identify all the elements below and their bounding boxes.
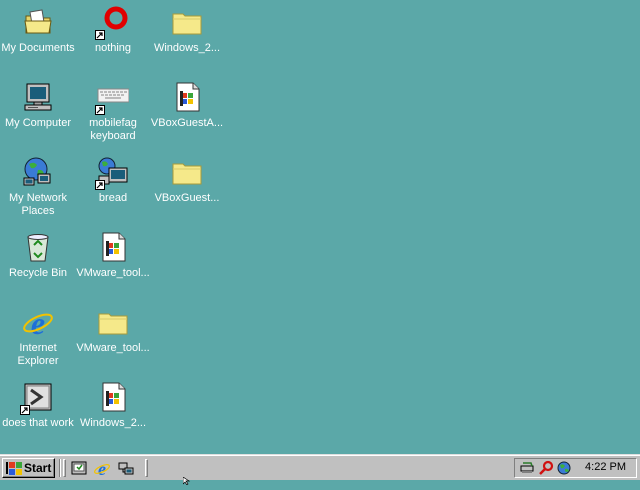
taskbar-separator xyxy=(59,459,61,477)
svg-text:e: e xyxy=(31,306,45,338)
desktop-icon-label: bread xyxy=(98,192,128,204)
desktop-icon-vbox-guest[interactable]: VBoxGuest... xyxy=(149,152,225,205)
my-documents-icon xyxy=(22,6,54,38)
quick-launch-grip[interactable] xyxy=(63,459,66,477)
desktop-icon-label: does that work xyxy=(2,417,74,429)
recycle-bin-icon xyxy=(22,231,54,263)
shortcut-arrow-icon xyxy=(95,30,105,40)
start-button[interactable]: Start xyxy=(2,458,55,478)
folder-icon xyxy=(97,306,129,338)
desktop-icon-label: VMware_tool... xyxy=(76,267,150,279)
desktop-icon-bread[interactable]: bread xyxy=(75,152,151,205)
desktop-icon-my-computer[interactable]: My Computer xyxy=(0,77,76,130)
desktop-icon-label: Internet Explorer xyxy=(17,342,59,367)
desktop[interactable]: My Documents My Computer My Network Plac… xyxy=(0,0,640,454)
installer-icon xyxy=(171,81,203,113)
desktop-icon-windows-2-a[interactable]: Windows_2... xyxy=(149,2,225,55)
desktop-icon-label: My Documents xyxy=(1,42,75,54)
start-label: Start xyxy=(24,461,52,475)
desktop-icon-windows-2-b[interactable]: Windows_2... xyxy=(75,377,151,430)
desktop-icon-recycle-bin[interactable]: Recycle Bin xyxy=(0,227,76,280)
desktop-icon-label: mobilefag keyboard xyxy=(89,117,137,142)
internet-explorer-icon: e xyxy=(22,305,54,341)
desktop-icon-vmware-tool-a[interactable]: VMware_tool... xyxy=(75,227,151,280)
installer-icon xyxy=(97,231,129,263)
desktop-icon-label: VMware_tool... xyxy=(76,342,150,354)
taskbar-grip[interactable] xyxy=(145,459,148,477)
system-tray: 4:22 PM xyxy=(514,458,637,478)
red-ring-icon xyxy=(95,6,129,40)
desktop-icon-label: VBoxGuestA... xyxy=(150,117,224,129)
search-magnifier-icon[interactable] xyxy=(538,460,554,476)
desktop-icon-my-documents[interactable]: My Documents xyxy=(0,2,76,55)
keyboard-icon xyxy=(95,81,130,115)
windows-explorer-icon[interactable] xyxy=(117,459,135,477)
shortcut-arrow-icon xyxy=(95,180,105,190)
desktop-icon-my-network-places[interactable]: My Network Places xyxy=(0,152,76,218)
clock[interactable]: 4:22 PM xyxy=(585,461,626,473)
command-prompt-icon xyxy=(20,381,54,415)
internet-explorer-icon[interactable]: e xyxy=(93,459,111,479)
desktop-icon-label: Windows_2... xyxy=(153,42,221,54)
svg-text:e: e xyxy=(98,459,106,477)
desktop-icon-label: VBoxGuest... xyxy=(154,192,220,204)
desktop-icon-label: My Computer xyxy=(4,117,72,129)
mouse-cursor-icon xyxy=(182,472,191,490)
taskbar: Start e 4:22 PM xyxy=(0,454,640,480)
network-globe-icon[interactable] xyxy=(556,460,572,476)
desktop-icon-label: nothing xyxy=(94,42,132,54)
show-desktop-icon[interactable] xyxy=(70,459,88,477)
installer-icon xyxy=(97,381,129,413)
windows-logo-icon xyxy=(6,461,22,480)
network-globe-icon xyxy=(22,156,54,188)
desktop-icon-does-that-work[interactable]: does that work xyxy=(0,377,76,430)
my-computer-icon xyxy=(22,81,54,113)
desktop-icon-internet-explorer[interactable]: e Internet Explorer xyxy=(0,302,76,368)
desktop-icon-vmware-tool-b[interactable]: VMware_tool... xyxy=(75,302,151,355)
desktop-icon-vbox-guest-a[interactable]: VBoxGuestA... xyxy=(149,77,225,130)
desktop-icon-mobilefag-keyboard[interactable]: mobilefag keyboard xyxy=(75,77,151,143)
network-globe-icon xyxy=(95,156,129,190)
folder-icon xyxy=(171,6,203,38)
shortcut-arrow-icon xyxy=(20,405,30,415)
desktop-icon-label: My Network Places xyxy=(8,192,68,217)
desktop-icon-label: Windows_2... xyxy=(79,417,147,429)
shortcut-arrow-icon xyxy=(95,105,105,115)
safely-remove-hardware-icon[interactable] xyxy=(519,460,535,476)
desktop-icon-label: Recycle Bin xyxy=(8,267,68,279)
folder-icon xyxy=(171,156,203,188)
desktop-icon-nothing[interactable]: nothing xyxy=(75,2,151,55)
